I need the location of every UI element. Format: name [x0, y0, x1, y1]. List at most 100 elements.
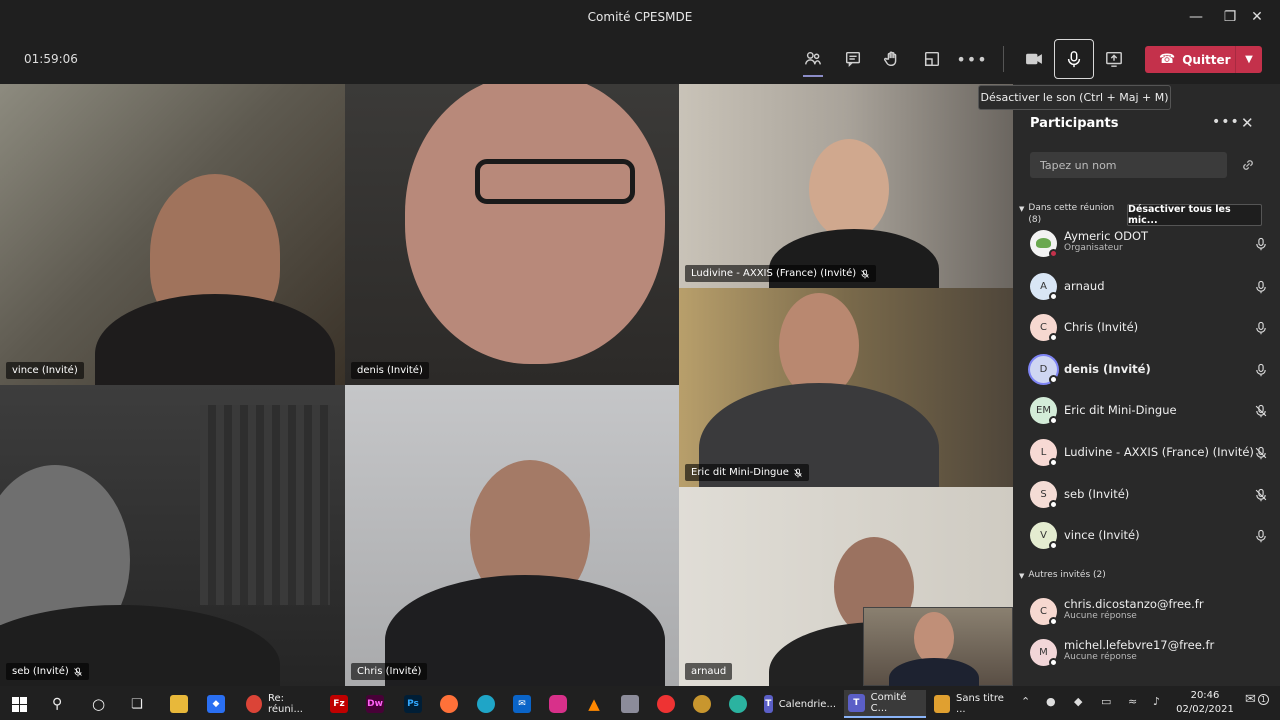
- close-window-button[interactable]: ✕: [1234, 0, 1280, 34]
- chevron-down-icon[interactable]: ▼: [1236, 54, 1262, 65]
- battery-icon[interactable]: ▭: [1101, 695, 1111, 708]
- invitee-row[interactable]: Cchris.dicostanzo@free.fr Aucune réponse: [1030, 592, 1270, 632]
- more-actions-icon[interactable]: •••: [956, 45, 986, 73]
- tile-label: vince (Invité): [6, 362, 84, 379]
- share-screen-icon[interactable]: [1100, 45, 1128, 73]
- video-tile-vince[interactable]: vince (Invité): [0, 84, 345, 385]
- photoshop-icon[interactable]: Ps: [404, 690, 422, 718]
- app-icon[interactable]: [621, 690, 639, 718]
- participant-name: Ludivine - AXXIS (France) (Invité): [1064, 445, 1254, 459]
- mic-off-icon: [73, 667, 82, 676]
- notification-center[interactable]: ✉ 1: [1245, 692, 1269, 707]
- section-label: Autres invités (2): [1028, 570, 1106, 580]
- participant-name: Aymeric ODOT: [1064, 229, 1149, 243]
- participant-role: Organisateur: [1064, 243, 1123, 253]
- participant-row[interactable]: C Chris (Invité): [1030, 308, 1270, 348]
- participants-panel: Participants ••• ✕ ▼ Dans cette réunion(…: [1013, 84, 1280, 686]
- volume-icon[interactable]: ♪: [1153, 695, 1160, 708]
- chevron-up-icon[interactable]: ⌃: [1021, 695, 1030, 708]
- quit-main[interactable]: ☎ Quitter: [1145, 52, 1235, 67]
- taskbar-item-calendar[interactable]: T Calendrie...: [760, 690, 840, 718]
- participant-row[interactable]: Vvince (Invité): [1030, 516, 1270, 556]
- firefox-icon[interactable]: [440, 690, 458, 718]
- camera-icon[interactable]: [1020, 45, 1048, 73]
- dreamweaver-icon[interactable]: Dw: [366, 690, 384, 718]
- clock[interactable]: 20:46 02/02/2021: [1170, 689, 1240, 717]
- avatar: C: [1030, 598, 1058, 626]
- mic-off-icon: [1254, 445, 1268, 464]
- app3-icon[interactable]: [693, 690, 711, 718]
- participant-name: vince (Invité): [1064, 528, 1140, 542]
- organizer-logo-icon: [1036, 238, 1051, 248]
- taskbar-item-meeting[interactable]: T Comité C...: [844, 690, 926, 718]
- mail-icon[interactable]: ✉: [513, 690, 531, 718]
- microphone-button[interactable]: [1054, 39, 1094, 79]
- others-section-header[interactable]: ▼ Autres invités (2): [1019, 570, 1106, 580]
- video-tile-seb[interactable]: seb (Invité): [0, 385, 345, 686]
- video-tile-eric[interactable]: Eric dit Mini-Dingue: [679, 288, 1013, 487]
- video-tile-ludivine[interactable]: Ludivine - AXXIS (France) (Invité): [679, 84, 1013, 288]
- participant-row[interactable]: Sseb (Invité): [1030, 475, 1270, 515]
- taskbar-item-label: Sans titre ...: [956, 693, 1004, 715]
- vlc-icon[interactable]: ▲: [585, 690, 603, 718]
- app4-icon[interactable]: [729, 690, 747, 718]
- avatar: EM: [1030, 397, 1058, 425]
- invitee-email: michel.lefebvre17@free.fr: [1064, 638, 1215, 652]
- teams-icon: T: [848, 694, 865, 712]
- panel-more-icon[interactable]: •••: [1212, 114, 1240, 130]
- wifi-icon[interactable]: ≈: [1128, 695, 1137, 708]
- self-view[interactable]: [863, 607, 1013, 686]
- participant-name: denis (Invité): [1064, 362, 1151, 376]
- cortana-icon[interactable]: ○: [92, 690, 105, 718]
- dropbox-icon[interactable]: ◆: [207, 690, 225, 718]
- participant-row[interactable]: EM Eric dit Mini-Dingue: [1030, 391, 1270, 431]
- chat-icon[interactable]: [839, 45, 867, 73]
- presence-dot: [1049, 333, 1058, 342]
- in-meeting-section-header[interactable]: ▼ Dans cette réunion (8): [1019, 202, 1114, 226]
- start-button[interactable]: [12, 690, 27, 718]
- window-blinds: [200, 405, 330, 605]
- teams-icon: T: [764, 695, 773, 713]
- invitee-row[interactable]: Mmichel.lefebvre17@free.fr Aucune réponse: [1030, 633, 1270, 673]
- video-tile-denis[interactable]: denis (Invité): [345, 84, 679, 385]
- presence-dot: [1049, 541, 1058, 550]
- share-link-icon[interactable]: [1240, 157, 1256, 177]
- avatar: [1030, 230, 1058, 258]
- mute-tooltip: Désactiver le son (Ctrl + Maj + M): [978, 85, 1171, 110]
- filezilla-icon[interactable]: Fz: [330, 690, 348, 718]
- breakout-rooms-icon[interactable]: [918, 45, 946, 73]
- video-tile-chris[interactable]: Chris (Invité): [345, 385, 679, 686]
- mute-all-button[interactable]: Désactiver tous les mic...: [1127, 204, 1262, 226]
- close-icon[interactable]: ✕: [1241, 114, 1254, 132]
- participant-row[interactable]: Aymeric ODOT Organisateur: [1030, 224, 1270, 264]
- participant-body: [95, 294, 335, 385]
- avatar: D: [1030, 356, 1058, 384]
- taskbar-item-paint[interactable]: Sans titre ...: [930, 690, 1014, 718]
- edge-icon[interactable]: [477, 690, 495, 718]
- mic-off-icon: [794, 468, 802, 477]
- raise-hand-icon[interactable]: [878, 45, 906, 73]
- tray-app-icon[interactable]: ●: [1046, 695, 1056, 708]
- participant-video: [405, 84, 665, 364]
- app2-icon[interactable]: [657, 690, 675, 718]
- search-input[interactable]: [1030, 152, 1227, 178]
- microphone-icon: [1067, 51, 1081, 68]
- notification-icon: ✉: [1245, 692, 1256, 707]
- presence-dot: [1049, 249, 1058, 258]
- participant-row[interactable]: Aarnaud: [1030, 267, 1270, 307]
- video-tile-arnaud[interactable]: arnaud: [679, 487, 1013, 686]
- instagram-icon[interactable]: [549, 690, 567, 718]
- windows-icon: [12, 696, 27, 712]
- task-view-icon[interactable]: ❏: [131, 690, 143, 718]
- search-icon[interactable]: ⚲: [52, 690, 62, 718]
- section-label: Dans cette réunion: [1028, 203, 1115, 213]
- participant-row[interactable]: Ddenis (Invité): [1030, 350, 1270, 390]
- meeting-toolbar: 01:59:06 ••• ☎ Quitter ▼: [0, 34, 1280, 84]
- participant-row[interactable]: L Ludivine - AXXIS (France) (Invité): [1030, 433, 1270, 473]
- file-explorer-icon[interactable]: [170, 690, 188, 718]
- avatar: L: [1030, 439, 1058, 467]
- dropbox-tray-icon[interactable]: ◆: [1074, 695, 1082, 708]
- taskbar-item-chrome[interactable]: Re: réuni...: [240, 690, 322, 718]
- quit-button[interactable]: ☎ Quitter ▼: [1145, 46, 1262, 73]
- participants-icon[interactable]: [799, 45, 827, 73]
